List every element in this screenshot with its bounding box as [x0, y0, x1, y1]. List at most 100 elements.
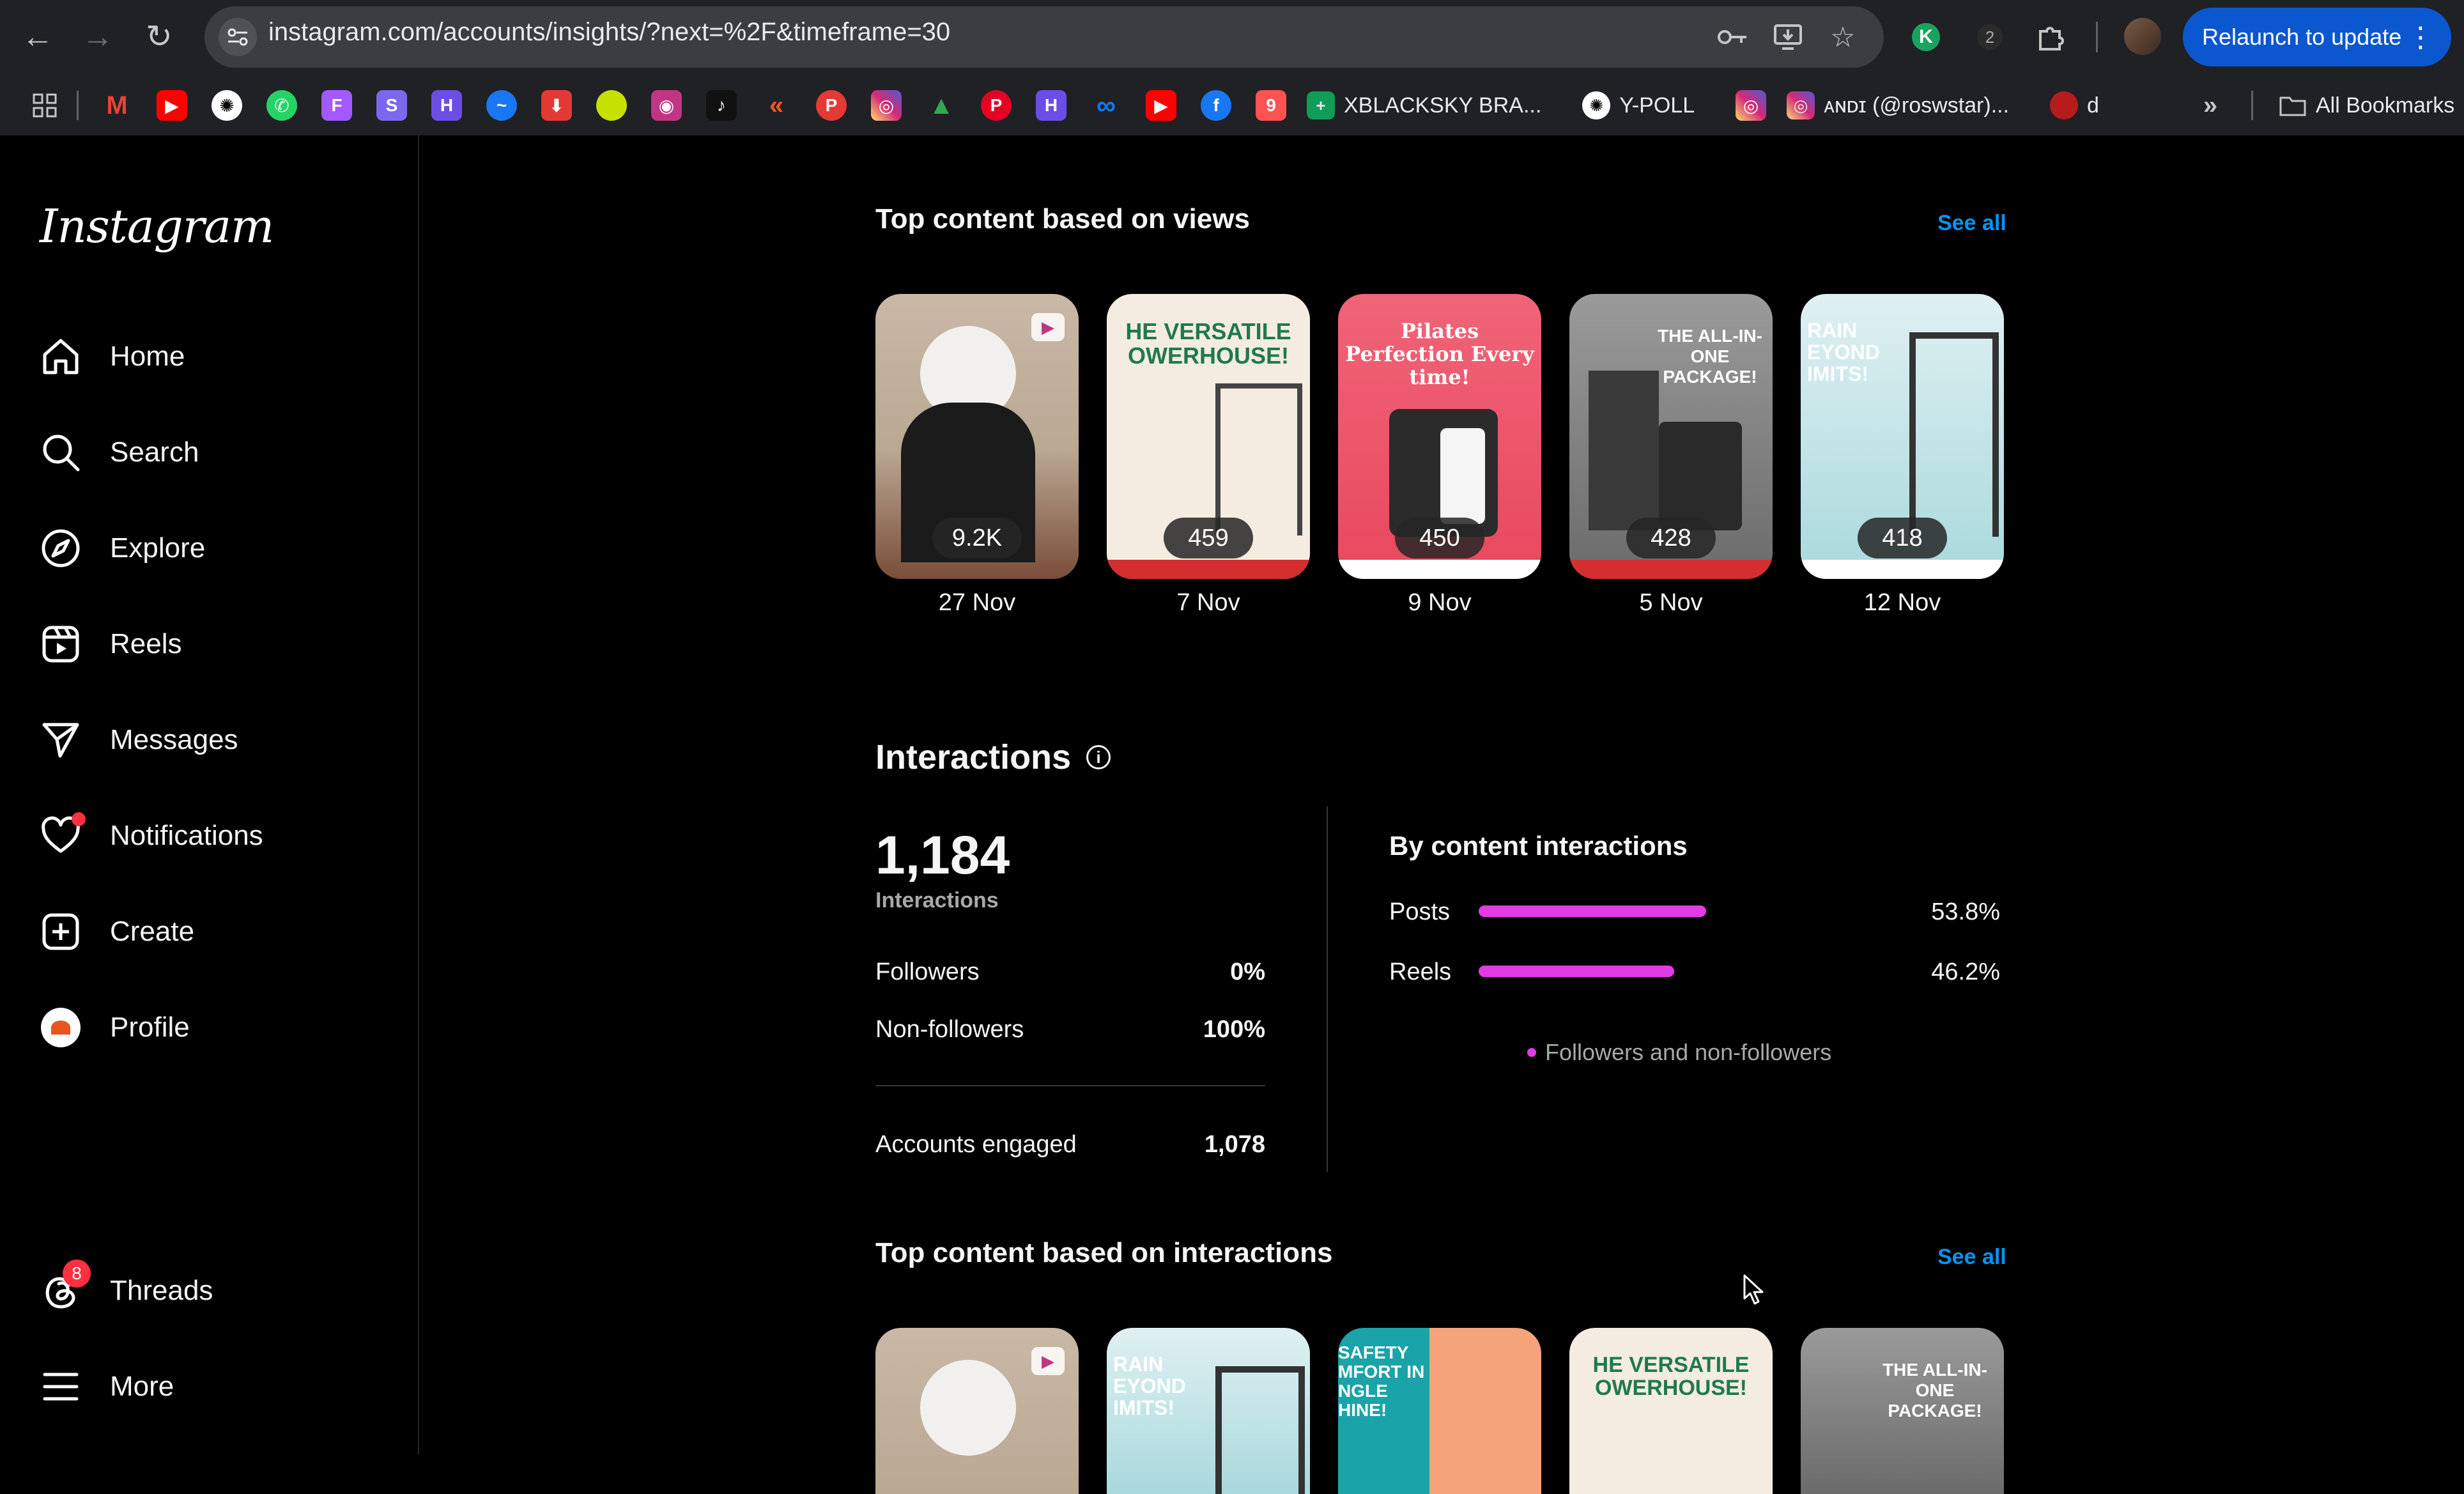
- bookmarks-divider: [77, 91, 79, 120]
- top-interaction-thumbnail[interactable]: HE VERSATILE OWERHOUSE!: [1569, 1328, 1773, 1494]
- extensions-puzzle-icon[interactable]: [2031, 17, 2072, 58]
- gmail-icon[interactable]: M: [102, 90, 132, 121]
- tiktok-icon[interactable]: ♪: [706, 90, 737, 121]
- bookmark-andi[interactable]: ◎ ᴀɴᴅɪ (@roswstar)...: [1787, 91, 2009, 119]
- see-all-views-link[interactable]: See all: [1937, 211, 2006, 236]
- forward-arrow-icon[interactable]: →: [74, 13, 121, 60]
- thumbnail-machine: [1589, 371, 1659, 530]
- top-view-thumbnail[interactable]: THE ALL-IN-ONE PACKAGE! 428: [1569, 294, 1773, 579]
- thumbnail-date: 12 Nov: [1863, 589, 1941, 616]
- site-settings-icon[interactable]: [219, 18, 257, 56]
- by-content-title: By content interactions: [1389, 831, 1688, 861]
- accounts-engaged-label: Accounts engaged: [875, 1131, 1077, 1158]
- thumbnail-date: 27 Nov: [938, 589, 1016, 616]
- download-icon[interactable]: ⬇: [541, 90, 572, 121]
- sidebar-item-label: Profile: [110, 1012, 190, 1043]
- bookmark-y-poll[interactable]: ✺ Y-POLL: [1582, 91, 1695, 119]
- meta-icon[interactable]: ∞: [1091, 90, 1121, 121]
- sidebar-item-label: Explore: [110, 532, 206, 564]
- top-interaction-thumbnail[interactable]: RAIN EYOND IMITS!: [1107, 1328, 1310, 1494]
- url-text[interactable]: instagram.com/accounts/insights/?next=%2…: [268, 18, 950, 47]
- facebook-icon[interactable]: f: [1201, 90, 1231, 121]
- posts-value: 53.8%: [1931, 898, 2000, 925]
- info-icon[interactable]: i: [1086, 745, 1111, 769]
- h-app-icon[interactable]: H: [431, 90, 462, 121]
- reels-value: 46.2%: [1931, 959, 2000, 985]
- sidebar-item-profile[interactable]: Profile: [40, 996, 190, 1059]
- reels-icon: [40, 623, 82, 665]
- bookmarks-divider-2: [2251, 91, 2253, 120]
- thumbnail-machine: [1909, 332, 1999, 537]
- reload-icon[interactable]: ↻: [135, 13, 183, 60]
- sidebar-item-search[interactable]: Search: [40, 420, 199, 484]
- home-icon: [40, 335, 82, 378]
- thumbnail-caption: RAIN EYOND IMITS!: [1807, 319, 1880, 385]
- folder-icon: [2279, 91, 2307, 119]
- bookmark-star-icon[interactable]: ☆: [1822, 17, 1863, 58]
- pinterest-icon[interactable]: P: [981, 90, 1012, 121]
- red-app-icon: [2050, 91, 2079, 119]
- h-app-2-icon[interactable]: H: [1036, 90, 1066, 121]
- sidebar-item-explore[interactable]: Explore: [40, 516, 205, 580]
- sidebar-item-more[interactable]: More: [40, 1355, 174, 1419]
- interactions-legend: Followers and non-followers: [1527, 1039, 1831, 1066]
- bookmark-d[interactable]: d: [2050, 91, 2099, 119]
- sidebar-item-threads[interactable]: 8 Threads: [40, 1259, 213, 1323]
- instagram-logo[interactable]: Instagram: [40, 199, 274, 253]
- interactions-total-label: Interactions: [875, 888, 999, 913]
- top-interaction-thumbnail[interactable]: SAFETY MFORT IN NGLE HINE!: [1338, 1328, 1541, 1494]
- password-key-icon[interactable]: [1713, 17, 1753, 58]
- openai-icon[interactable]: ✺: [212, 90, 242, 121]
- youtube-icon[interactable]: ▶: [157, 90, 187, 121]
- thumbnail-machine: [1215, 383, 1302, 535]
- top-view-thumbnail[interactable]: RAIN EYOND IMITS! 418: [1801, 294, 2004, 579]
- apps-grid-icon[interactable]: [29, 90, 60, 121]
- camera-app-icon[interactable]: ◉: [651, 90, 682, 121]
- top-interactions-title: Top content based on interactions: [875, 1237, 1333, 1268]
- install-app-icon[interactable]: [1767, 17, 1808, 58]
- lime-circle-icon[interactable]: [596, 90, 627, 121]
- sidebar-item-home[interactable]: Home: [40, 325, 185, 389]
- search-icon: [40, 431, 82, 474]
- sidebar-item-messages[interactable]: Messages: [40, 708, 238, 772]
- thumbnail-caption: HE VERSATILE OWERHOUSE!: [1125, 318, 1291, 369]
- top-view-thumbnail[interactable]: ▶ 9.2K: [875, 294, 1079, 579]
- profile-avatar[interactable]: [2124, 18, 2161, 55]
- thumbnail-footer: [1569, 560, 1773, 579]
- google-drive-icon[interactable]: ▲: [926, 90, 957, 121]
- nine-app-icon[interactable]: 9: [1256, 90, 1286, 121]
- top-interaction-thumbnail[interactable]: THE ALL-IN-ONE PACKAGE!: [1801, 1328, 2004, 1494]
- thumbnail-footer: [1107, 560, 1310, 579]
- more-bookmarks-chevron-icon[interactable]: »: [2195, 90, 2226, 121]
- sidebar-item-create[interactable]: Create: [40, 900, 194, 964]
- s-app-icon[interactable]: S: [376, 90, 407, 121]
- see-all-interactions-link[interactable]: See all: [1937, 1245, 2006, 1270]
- view-count: 428: [1626, 518, 1716, 558]
- chevron-app-icon[interactable]: «: [761, 90, 792, 121]
- sidebar-item-label: Create: [110, 916, 195, 947]
- bookmark-xblacksky[interactable]: + XBLACKSKY BRA...: [1307, 91, 1541, 119]
- back-arrow-icon[interactable]: ←: [14, 13, 61, 60]
- posts-bar: [1479, 905, 1706, 917]
- whatsapp-icon[interactable]: ✆: [266, 90, 297, 121]
- posts-label: Posts: [1389, 898, 1451, 925]
- sidebar-item-reels[interactable]: Reels: [40, 612, 182, 676]
- relaunch-button[interactable]: Relaunch to update ⋮: [2183, 8, 2451, 66]
- extension-badge: 2: [1977, 24, 2003, 50]
- all-bookmarks[interactable]: All Bookmarks: [2279, 91, 2454, 119]
- messenger-icon[interactable]: ~: [486, 90, 517, 121]
- figma-icon[interactable]: F: [321, 90, 352, 121]
- p-app-icon[interactable]: P: [816, 90, 847, 121]
- extension-counter-icon[interactable]: 2: [1969, 17, 2010, 58]
- sidebar-item-notifications[interactable]: Notifications: [40, 804, 263, 868]
- instagram-icon[interactable]: ◎: [871, 90, 902, 121]
- instagram-2-icon[interactable]: ◎: [1736, 90, 1767, 121]
- top-view-thumbnail[interactable]: HE VERSATILE OWERHOUSE! 459: [1107, 294, 1310, 579]
- thumbnail-date: 5 Nov: [1639, 589, 1703, 616]
- top-view-thumbnail[interactable]: Pilates Perfection Every time! 450: [1338, 294, 1541, 579]
- youtube-2-icon[interactable]: ▶: [1146, 90, 1176, 121]
- thumbnail-caption: RAIN EYOND IMITS!: [1113, 1353, 1186, 1419]
- non-followers-value: 100%: [1203, 1016, 1265, 1043]
- extension-k-icon[interactable]: K: [1906, 17, 1946, 58]
- top-interaction-thumbnail[interactable]: ▶: [875, 1328, 1079, 1494]
